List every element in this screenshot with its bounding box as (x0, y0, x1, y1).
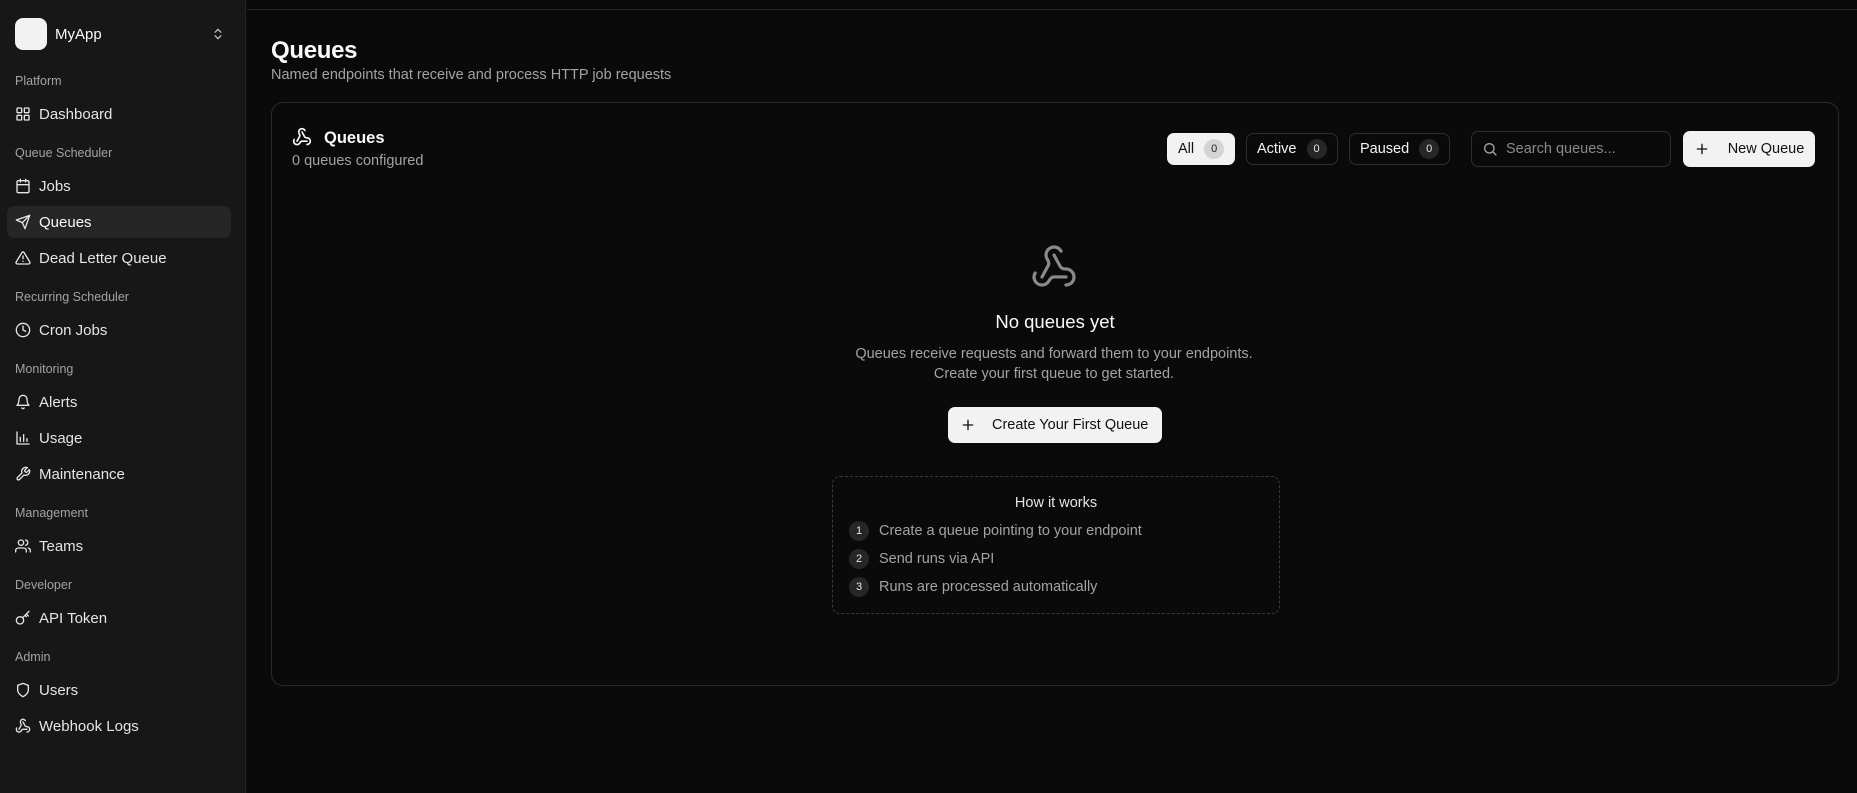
bar-chart-icon (15, 430, 31, 446)
step-number: 1 (849, 521, 869, 541)
step-text: Runs are processed automatically (879, 579, 1098, 595)
how-it-works-step: 2 Send runs via API (849, 549, 994, 569)
clock-icon (15, 322, 31, 338)
sidebar-item-webhook-logs[interactable]: Webhook Logs (7, 710, 231, 742)
count-badge: 0 (1419, 139, 1440, 159)
group-label-queue-scheduler: Queue Scheduler (15, 146, 113, 160)
plus-icon (1694, 141, 1710, 157)
sidebar-item-label: Queues (39, 213, 92, 231)
step-text: Send runs via API (879, 551, 995, 567)
sidebar-item-label: API Token (39, 609, 108, 627)
app-switcher[interactable]: MyApp (7, 14, 233, 54)
step-number: 3 (849, 577, 869, 597)
group-label-platform: Platform (15, 74, 62, 88)
sidebar-item-maintenance[interactable]: Maintenance (7, 458, 231, 490)
count-badge: 0 (1306, 139, 1327, 159)
filter-paused[interactable]: Paused 0 (1349, 133, 1451, 165)
group-label-admin: Admin (15, 650, 51, 664)
page-title: Queues (271, 37, 358, 64)
filter-label: All (1178, 141, 1195, 157)
search-box (1471, 131, 1671, 167)
grid-icon (15, 106, 31, 122)
wrench-icon (15, 466, 31, 482)
new-queue-button[interactable]: New Queue (1683, 131, 1815, 167)
empty-state-description: Queues receive requests and forward them… (855, 346, 1253, 382)
sidebar-item-queues[interactable]: Queues (7, 206, 231, 238)
step-number: 2 (849, 549, 869, 569)
filter-all[interactable]: All 0 (1167, 133, 1236, 165)
webhook-icon (1030, 243, 1078, 291)
empty-state-title: No queues yet (995, 311, 1115, 332)
sidebar-item-users[interactable]: Users (7, 674, 231, 706)
sidebar-item-label: Teams (39, 537, 84, 555)
sidebar-item-dashboard[interactable]: Dashboard (7, 98, 231, 130)
sidebar-item-label: Webhook Logs (39, 717, 139, 735)
filter-label: Active (1257, 141, 1297, 157)
sidebar-item-label: Usage (39, 429, 83, 447)
card-title: Queues (324, 129, 385, 147)
how-it-works-title: How it works (1014, 495, 1098, 511)
filter-active[interactable]: Active 0 (1246, 133, 1338, 165)
shield-icon (15, 682, 31, 698)
sidebar-item-dead-letter-queue[interactable]: Dead Letter Queue (7, 242, 231, 274)
group-label-developer: Developer (15, 578, 72, 592)
users-icon (15, 538, 31, 554)
sidebar-item-label: Cron Jobs (39, 321, 108, 339)
sidebar-item-usage[interactable]: Usage (7, 422, 231, 454)
how-it-works-panel: How it works 1 Create a queue pointing t… (832, 476, 1280, 614)
sidebar-item-label: Users (39, 681, 79, 699)
group-label-recurring-scheduler: Recurring Scheduler (15, 290, 129, 304)
group-label-monitoring: Monitoring (15, 362, 74, 376)
send-icon (15, 214, 31, 230)
app-name: MyApp (55, 25, 102, 43)
webhook-icon (15, 718, 31, 734)
count-badge: 0 (1204, 139, 1225, 159)
sidebar-item-jobs[interactable]: Jobs (7, 170, 231, 202)
card-subtitle: 0 queues configured (292, 153, 424, 169)
sidebar-item-teams[interactable]: Teams (7, 530, 231, 562)
header-divider (247, 9, 1857, 10)
sidebar-item-api-token[interactable]: API Token (7, 602, 231, 634)
sidebar-item-label: Dead Letter Queue (39, 249, 167, 267)
sidebar: MyApp Platform Dashboard Queue Scheduler… (0, 0, 246, 793)
sidebar-item-alerts[interactable]: Alerts (7, 386, 231, 418)
sidebar-item-label: Alerts (39, 393, 78, 411)
webhook-icon (292, 127, 312, 147)
create-first-queue-label: Create Your First Queue (992, 417, 1149, 433)
plus-icon (960, 417, 976, 433)
sidebar-item-label: Dashboard (39, 105, 113, 123)
app-logo (15, 18, 47, 50)
key-icon (15, 610, 31, 626)
sidebar-item-label: Maintenance (39, 465, 125, 483)
filter-label: Paused (1360, 141, 1410, 157)
new-queue-label: New Queue (1727, 141, 1805, 157)
alert-triangle-icon (15, 250, 31, 266)
step-text: Create a queue pointing to your endpoint (879, 523, 1142, 539)
group-label-management: Management (15, 506, 88, 520)
create-first-queue-button[interactable]: Create Your First Queue (948, 407, 1162, 443)
calendar-icon (15, 178, 31, 194)
sidebar-item-cron-jobs[interactable]: Cron Jobs (7, 314, 231, 346)
how-it-works-step: 1 Create a queue pointing to your endpoi… (849, 521, 1142, 541)
search-input[interactable] (1506, 141, 1666, 157)
search-icon (1482, 141, 1498, 157)
sidebar-item-label: Jobs (39, 177, 71, 195)
page-subtitle: Named endpoints that receive and process… (271, 67, 672, 83)
bell-icon (15, 394, 31, 410)
queues-card: Queues 0 queues configured All 0 Active … (271, 102, 1839, 686)
how-it-works-step: 3 Runs are processed automatically (849, 577, 1097, 597)
chevrons-up-down-icon (211, 27, 225, 41)
